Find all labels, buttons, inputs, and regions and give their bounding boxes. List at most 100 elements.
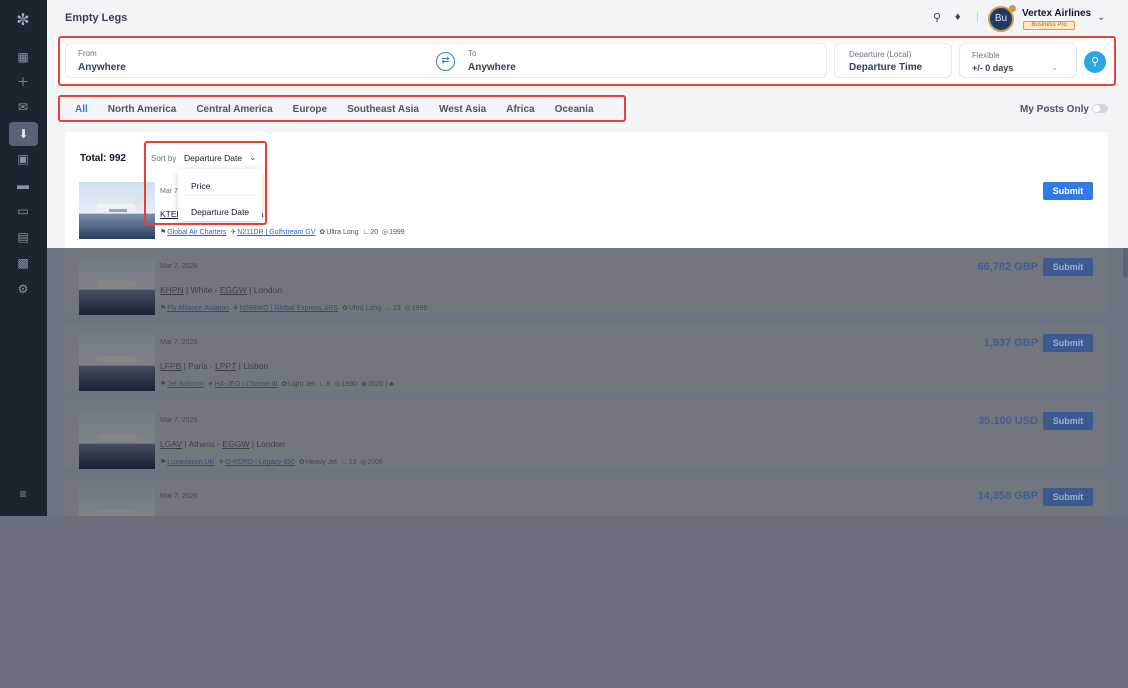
price: 14,358 GBP bbox=[977, 490, 1038, 502]
departure-input[interactable]: Departure Time bbox=[849, 62, 922, 73]
my-posts-toggle[interactable] bbox=[1092, 104, 1108, 113]
aircraft-body bbox=[97, 280, 137, 287]
tab-southeast-asia[interactable]: Southeast Asia bbox=[337, 104, 429, 115]
operator-link[interactable]: Fly Alliance Aviation bbox=[167, 305, 229, 312]
sort-label: Sort by bbox=[151, 154, 177, 163]
sort-option-departure-date[interactable]: Departure Date bbox=[191, 207, 249, 217]
tab-europe[interactable]: Europe bbox=[283, 104, 337, 115]
from-airport-link[interactable]: KHPN bbox=[160, 285, 184, 295]
search-icon[interactable]: ⚲ bbox=[933, 11, 941, 24]
price: 35,100 USD bbox=[978, 415, 1038, 427]
to-airport-link[interactable]: LPPT bbox=[215, 361, 236, 371]
map-icon[interactable]: ▣ bbox=[14, 152, 32, 166]
from-input[interactable]: Anywhere bbox=[78, 62, 126, 73]
results-panel: Total: 992 Sort by Departure Date ⌄ Mar … bbox=[65, 132, 1108, 248]
flight-card: Mar 7, 2026 KHPN | White - EGGW | London… bbox=[65, 248, 1108, 315]
aircraft-image[interactable] bbox=[79, 412, 155, 469]
download-icon[interactable]: ⬇ bbox=[9, 122, 38, 146]
to-city: London bbox=[256, 439, 285, 449]
tab-north-america[interactable]: North America bbox=[98, 104, 187, 115]
plus-icon[interactable]: ＋ bbox=[14, 75, 32, 89]
flight-card: Mar 7, 2026 LFPB | Paris - LPPT | Lisbon… bbox=[65, 324, 1108, 391]
from-airport-link[interactable]: LGAV bbox=[160, 439, 182, 449]
chevron-down-icon[interactable]: ⌄ bbox=[249, 152, 257, 163]
aircraft-image[interactable] bbox=[79, 258, 155, 315]
flight-date: Mar 7, 2026 bbox=[160, 263, 198, 270]
to-airport-link[interactable]: EGGW bbox=[220, 285, 247, 295]
sidebar: ✼ ▦ ＋ ✉ ⬇ ▣ ▬ ▭ ▤ ▩ ⚙ ≡ bbox=[0, 0, 47, 516]
year-icon: ◎ bbox=[360, 459, 367, 466]
plane-icon: ✈ bbox=[207, 381, 214, 388]
to-airport-link[interactable]: EGGW bbox=[223, 439, 250, 449]
pet-icon: ♣ bbox=[389, 381, 394, 388]
tab-africa[interactable]: Africa bbox=[496, 104, 544, 115]
collapse-icon[interactable]: ≡ bbox=[14, 487, 32, 501]
search-panel: From Anywhere To Anywhere ⇄ Departure (L… bbox=[55, 36, 1117, 86]
submit-button[interactable]: Submit bbox=[1043, 182, 1093, 200]
submit-button[interactable]: Submit bbox=[1043, 412, 1093, 430]
departure-field[interactable]: Departure (Local) Departure Time bbox=[834, 43, 952, 78]
building-icon: ⚑ bbox=[160, 459, 167, 466]
aircraft-image[interactable] bbox=[79, 334, 155, 391]
gear-icon[interactable]: ⚙ bbox=[14, 282, 32, 296]
aircraft-link[interactable]: G-RDRD | Legacy 650 bbox=[225, 459, 295, 466]
year-icon: ◎ bbox=[404, 305, 411, 312]
flexible-field[interactable]: Flexible +/- 0 days ⌄ bbox=[959, 43, 1077, 78]
operator-link[interactable]: Luxaviation UK bbox=[167, 459, 214, 466]
category-icon: ✿ bbox=[281, 381, 288, 388]
logo-icon[interactable]: ✼ bbox=[12, 12, 34, 30]
flight-route: LFPB | Paris - LPPT | Lisbon bbox=[160, 361, 269, 371]
tab-central-america[interactable]: Central America bbox=[186, 104, 282, 115]
year-icon: ◎ bbox=[334, 381, 341, 388]
to-input[interactable]: Anywhere bbox=[468, 62, 516, 73]
category-icon: ✿ bbox=[342, 305, 348, 312]
flight-route: LGAV | Athens - EGGW | London bbox=[160, 439, 285, 449]
submit-button[interactable]: Submit bbox=[1043, 258, 1093, 276]
refurb-icon: ◉ bbox=[360, 381, 367, 388]
operator-link[interactable]: Jet Solution bbox=[167, 381, 204, 388]
dimmed-results: Mar 7, 2026 KHPN | White - EGGW | London… bbox=[47, 248, 1128, 516]
flight-meta: ⚑Fly Alliance Aviation ✈N589WQ | Global … bbox=[160, 304, 427, 312]
aircraft-link[interactable]: N589WQ | Global Express XRS bbox=[240, 305, 338, 312]
submit-button[interactable]: Submit bbox=[1043, 334, 1093, 352]
aircraft-link[interactable]: HA-JEO | Citation III bbox=[215, 381, 278, 388]
company-name[interactable]: Vertex Airlines bbox=[1022, 8, 1091, 19]
tab-west-asia[interactable]: West Asia bbox=[429, 104, 496, 115]
briefcase-icon[interactable]: ▭ bbox=[14, 204, 32, 218]
aircraft-image[interactable] bbox=[79, 488, 155, 516]
aircraft-link[interactable]: N211DR | Gulfstream GV bbox=[237, 229, 315, 236]
building-icon: ⚑ bbox=[160, 381, 167, 388]
divider: | bbox=[976, 11, 979, 23]
flight-date: Mar 7, 2026 bbox=[160, 339, 198, 346]
seats: 8 bbox=[326, 381, 331, 388]
category-icon: ✿ bbox=[298, 459, 305, 466]
aircraft-image[interactable] bbox=[79, 182, 155, 239]
submit-button[interactable]: Submit bbox=[1043, 488, 1093, 506]
scrollbar[interactable] bbox=[1123, 248, 1128, 278]
card-icon[interactable]: ▬ bbox=[14, 178, 32, 192]
tab-oceania[interactable]: Oceania bbox=[545, 104, 604, 115]
inbox-icon[interactable]: ▩ bbox=[14, 256, 32, 270]
sort-option-price[interactable]: Price bbox=[191, 181, 210, 191]
category-icon: ✿ bbox=[319, 229, 326, 236]
search-button[interactable]: ⚲ bbox=[1084, 51, 1106, 73]
operator-link[interactable]: Global Air Charters bbox=[167, 229, 226, 236]
to-city: London bbox=[253, 285, 283, 295]
swap-icon[interactable]: ⇄ bbox=[436, 52, 455, 71]
from-airport-link[interactable]: LFPB bbox=[160, 361, 181, 371]
flexible-select[interactable]: +/- 0 days bbox=[972, 63, 1013, 73]
mail-icon[interactable]: ✉ bbox=[14, 100, 32, 114]
tab-all[interactable]: All bbox=[65, 104, 98, 115]
bell-icon[interactable]: ♦ bbox=[955, 11, 961, 23]
price: 1,937 GBP bbox=[983, 337, 1038, 349]
document-icon[interactable]: ▤ bbox=[14, 230, 32, 244]
sort-select[interactable]: Departure Date bbox=[184, 153, 242, 163]
year: 1990 bbox=[341, 381, 357, 388]
total-count: Total: 992 bbox=[80, 153, 126, 164]
seats: 23 bbox=[392, 305, 401, 312]
dashboard-icon[interactable]: ▦ bbox=[14, 50, 32, 64]
aircraft-wing bbox=[109, 209, 127, 212]
year: 1999 bbox=[389, 229, 405, 236]
chevron-down-icon[interactable]: ⌄ bbox=[1097, 12, 1105, 23]
from-city: Athens bbox=[188, 439, 215, 449]
